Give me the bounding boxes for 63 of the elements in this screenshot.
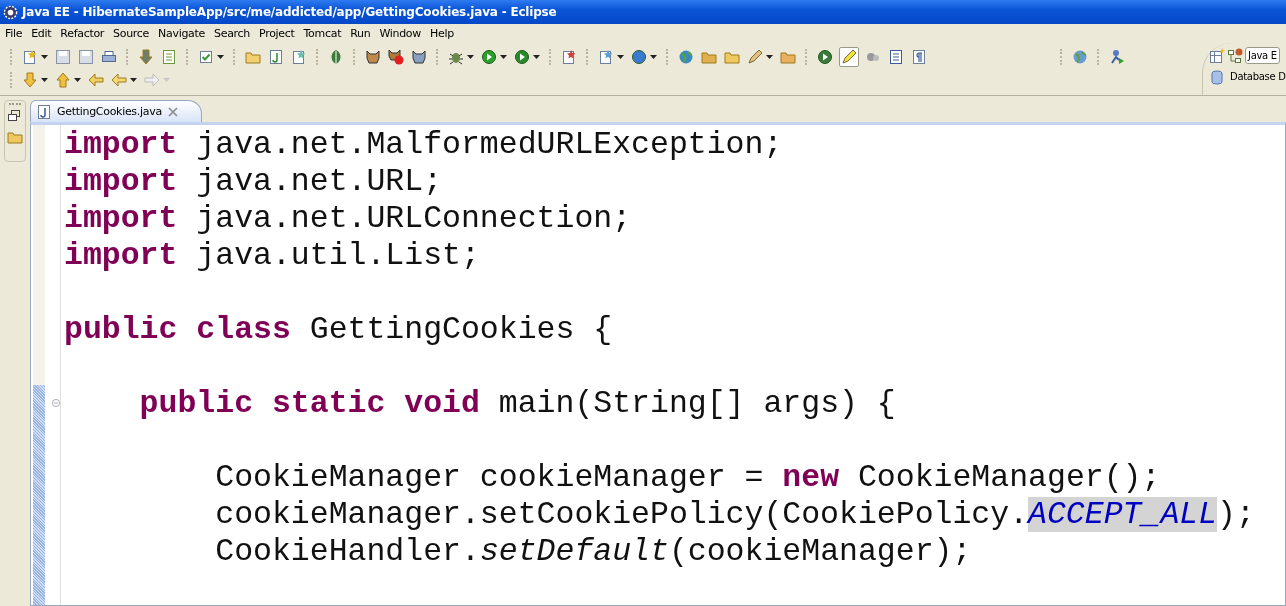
save-icon[interactable] (55, 48, 71, 65)
new-file-icon[interactable] (291, 48, 307, 65)
dropdown-arrow-icon[interactable] (130, 77, 137, 82)
close-icon[interactable] (166, 105, 179, 118)
dropdown-arrow-icon[interactable] (467, 54, 474, 59)
server-icon[interactable] (598, 48, 614, 65)
run-tool-icon[interactable] (514, 48, 530, 65)
hierarchy-icon (1227, 47, 1243, 64)
dropdown-arrow-icon[interactable] (41, 54, 48, 59)
code-line: CookieManager cookieManager = new CookieManager(); (214, 459, 1162, 496)
perspective-button[interactable]: Java E (1245, 47, 1280, 64)
code-line: import java.net.URLConnection; (64, 200, 633, 237)
pencil-icon[interactable] (747, 48, 763, 65)
menu-item[interactable]: Window (374, 27, 425, 40)
menu-item[interactable]: Refactor (55, 27, 109, 40)
cat-stop-icon[interactable] (388, 48, 404, 65)
editor-tab[interactable]: GettingCookies.java (30, 100, 202, 122)
code-line: import java.net.MalformedURLException; (64, 126, 784, 163)
dropdown-arrow-icon[interactable] (766, 54, 773, 59)
dropdown-arrow-icon[interactable] (500, 54, 507, 59)
code-line: import java.util.List; (64, 237, 481, 274)
java-file-icon (36, 103, 52, 120)
menu-item[interactable]: Help (424, 27, 458, 40)
highlighter-icon[interactable] (841, 48, 857, 65)
menu-item[interactable]: Run (345, 27, 375, 40)
dropdown-arrow-icon[interactable] (617, 54, 624, 59)
spell-check-icon[interactable] (561, 48, 577, 65)
cat-refresh-icon[interactable] (411, 48, 427, 65)
menu-item[interactable]: Search (209, 27, 254, 40)
import-icon[interactable] (138, 48, 154, 65)
print-icon[interactable] (101, 48, 117, 65)
dropdown-arrow-icon[interactable] (650, 54, 657, 59)
menu-item[interactable]: Source (108, 27, 154, 40)
save-all-icon[interactable] (78, 48, 94, 65)
menu-item[interactable]: File (0, 27, 27, 40)
run-person-icon[interactable] (1109, 48, 1125, 65)
code-line: public class GettingCookies { (64, 311, 614, 348)
code-line: import java.net.URL; (64, 163, 444, 200)
last-edit-icon[interactable] (88, 71, 104, 88)
code-line: cookieManager.setCookiePolicy(CookiePolicy.ACCEPT_ALL); (214, 496, 1255, 533)
dropdown-arrow-icon[interactable] (74, 77, 81, 82)
menu-item[interactable]: Project (254, 27, 299, 40)
test-icon[interactable] (268, 48, 284, 65)
new-wizard-icon[interactable] (22, 48, 38, 65)
code-line: public static void main(String[] args) { (138, 385, 897, 422)
checkbox-icon[interactable] (198, 48, 214, 65)
menu-item[interactable]: Navigate (153, 27, 209, 40)
pilcrow-icon[interactable] (911, 48, 927, 65)
database-icon (1209, 68, 1225, 85)
open-perspective-icon[interactable] (1209, 47, 1225, 64)
menu-item[interactable]: Tomcat (298, 27, 346, 40)
dropdown-arrow-icon[interactable] (533, 54, 540, 59)
perspective-button[interactable]: Database D (1227, 68, 1286, 85)
eclipse-logo-icon (3, 4, 18, 20)
dropdown-arrow-icon[interactable] (217, 54, 224, 59)
window-title: Java EE - HibernateSampleApp/src/me/addicted/app/GettingCookies.java - Eclipse (22, 5, 557, 19)
code-line: CookieHandler.setDefault(cookieManager); (214, 533, 973, 570)
list-icon[interactable] (888, 48, 904, 65)
run-icon[interactable] (481, 48, 497, 65)
menu-item[interactable]: Edit (26, 27, 56, 40)
globe-icon[interactable] (1072, 48, 1088, 65)
dropdown-arrow-icon[interactable] (41, 77, 48, 82)
cat-icon[interactable] (365, 48, 381, 65)
